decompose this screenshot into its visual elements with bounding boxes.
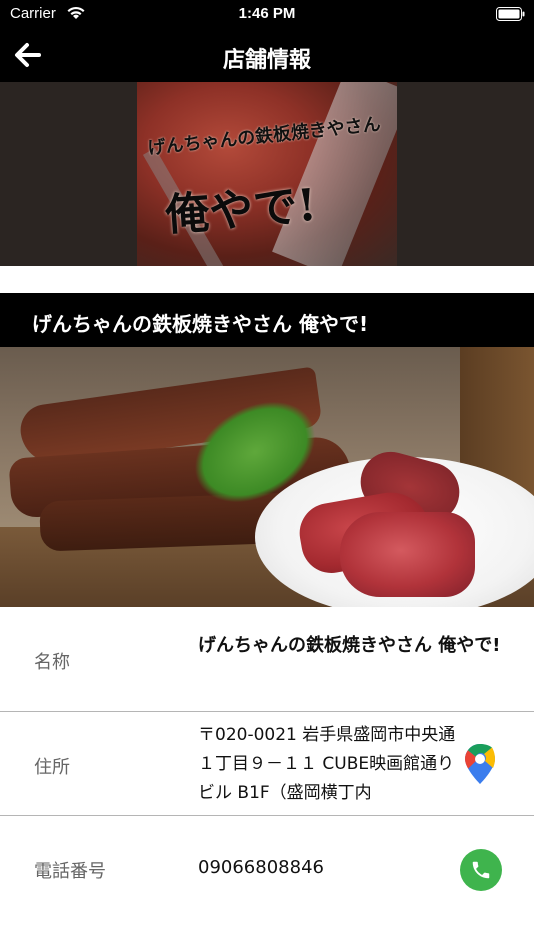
shop-banner: げんちゃんの鉄板焼きやさん 俺やで!	[0, 82, 534, 266]
info-row-name: 名称 げんちゃんの鉄板焼きやさん 俺やで!	[0, 607, 534, 712]
name-value: げんちゃんの鉄板焼きやさん 俺やで!	[198, 635, 501, 656]
page-title: 店舗情報	[222, 48, 311, 73]
status-time: 1:46 PM	[238, 5, 296, 22]
shop-title-bar: げんちゃんの鉄板焼きやさん 俺やで!	[0, 293, 534, 347]
logo-text-line2: 俺やで!	[163, 179, 319, 242]
address-value: 〒020-0021 岩手県盛岡市中央通１丁目９－１１ CUBE映画館通りビル B…	[198, 725, 456, 803]
spacer	[0, 266, 534, 293]
address-label: 住所	[34, 757, 70, 778]
phone-call-icon	[472, 861, 490, 879]
nav-bar: 店舗情報	[0, 30, 534, 82]
shop-main-photo	[0, 347, 534, 607]
name-label: 名称	[34, 652, 70, 673]
battery-icon	[496, 7, 525, 21]
info-row-phone: 電話番号 09066808846	[0, 817, 534, 920]
raw-beef-cut	[340, 512, 475, 597]
shop-title: げんちゃんの鉄板焼きやさん 俺やで!	[32, 312, 369, 336]
google-maps-pin-icon[interactable]	[464, 743, 496, 785]
status-bar: Carrier 1:46 PM	[0, 0, 534, 30]
shop-logo-image: げんちゃんの鉄板焼きやさん 俺やで!	[137, 82, 397, 266]
phone-call-button[interactable]	[460, 849, 502, 891]
info-row-address: 住所 〒020-0021 岩手県盛岡市中央通１丁目９－１１ CUBE映画館通りビ…	[0, 713, 534, 816]
phone-label: 電話番号	[34, 861, 106, 882]
phone-number[interactable]: 09066808846	[198, 857, 324, 878]
